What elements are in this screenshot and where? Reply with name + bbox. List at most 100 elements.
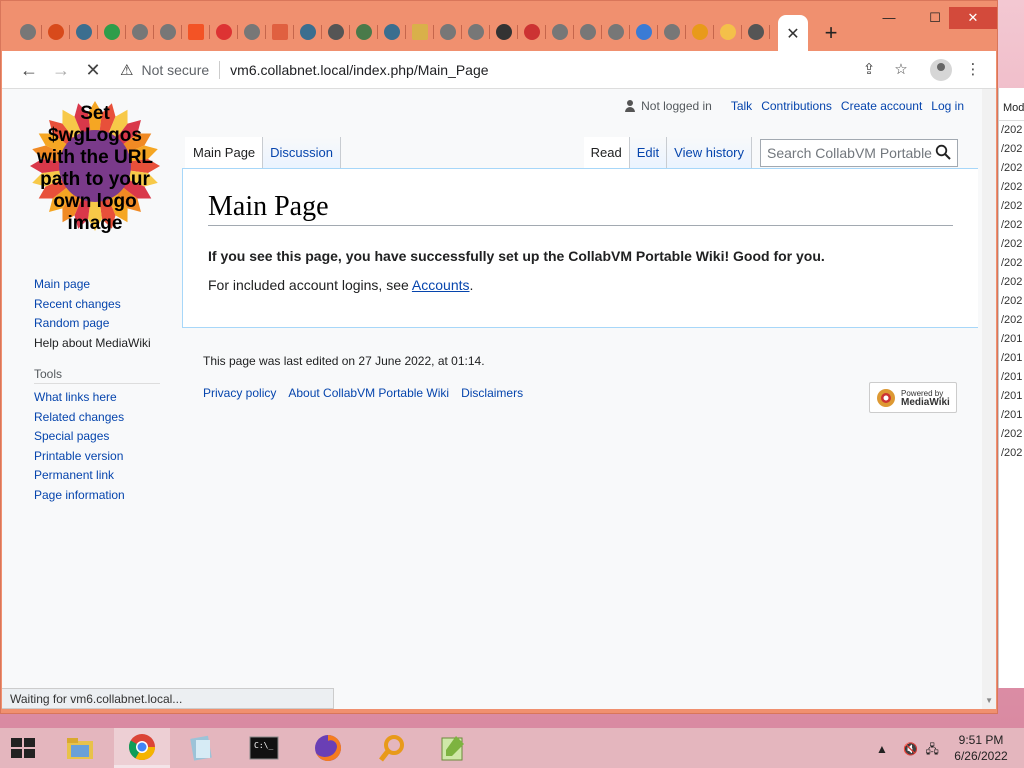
browser-tab[interactable] (547, 19, 574, 45)
windows-start-icon[interactable] (8, 734, 38, 762)
browser-tab[interactable] (183, 19, 210, 45)
address-bar[interactable]: ⚠ Not secure vm6.collabnet.local/index.p… (114, 56, 844, 84)
vertical-scrollbar[interactable]: ▼ (982, 89, 996, 709)
firefox-taskbar-icon[interactable] (300, 728, 356, 768)
tools-item-printable-version[interactable]: Printable version (34, 447, 160, 467)
about-wiki-link[interactable]: About CollabVM Portable Wiki (288, 386, 449, 400)
calendar-favicon-icon (272, 24, 288, 40)
browser-tab[interactable] (43, 19, 70, 45)
browser-window: ✕ + — ☐ ✕ ← → ✕ ⚠ Not secure vm6.collabn… (0, 0, 998, 714)
back-arrow-icon[interactable]: ← (16, 57, 42, 83)
tools-item-special-pages[interactable]: Special pages (34, 427, 160, 447)
tab-active[interactable]: ✕ (778, 15, 808, 53)
sidebar: Main page Recent changes Random page Help a… (34, 275, 160, 505)
browser-tab[interactable] (743, 19, 770, 45)
terminal-taskbar-icon[interactable]: C:\_ (236, 728, 292, 768)
forward-arrow-icon[interactable]: → (48, 57, 74, 83)
notepad-taskbar-icon[interactable] (174, 728, 230, 768)
browser-tab[interactable] (155, 19, 182, 45)
sidebar-item-random-page[interactable]: Random page (34, 314, 160, 334)
gear-favicon-icon (608, 24, 624, 40)
privacy-policy-link[interactable]: Privacy policy (203, 386, 276, 400)
stop-loading-icon[interactable]: ✕ (80, 57, 106, 83)
browser-tab[interactable] (715, 19, 742, 45)
browser-tab[interactable] (15, 19, 42, 45)
file-explorer-taskbar-icon[interactable] (52, 728, 108, 768)
system-clock[interactable]: 9:51 PM 6/26/2022 (950, 732, 1012, 764)
url-text[interactable]: vm6.collabnet.local/index.php/Main_Page (230, 62, 488, 78)
contributions-link[interactable]: Contributions (761, 99, 832, 113)
browser-tab[interactable] (323, 19, 350, 45)
browser-tab[interactable] (351, 19, 378, 45)
search-icon[interactable] (935, 144, 951, 160)
network-icon[interactable]: 🖧 (926, 742, 939, 756)
success-message: If you see this page, you have successfu… (208, 248, 825, 264)
tab-read[interactable]: Read (583, 137, 630, 169)
tools-item-page-information[interactable]: Page information (34, 486, 160, 506)
browser-tab[interactable] (379, 19, 406, 45)
chrome-taskbar-icon[interactable] (114, 728, 170, 768)
browser-tab[interactable] (491, 19, 518, 45)
profile-avatar-icon[interactable] (930, 59, 952, 81)
tab-main-page[interactable]: Main Page (185, 137, 264, 169)
browser-tab[interactable] (295, 19, 322, 45)
browser-tab[interactable] (127, 19, 154, 45)
file-date-cell: /201 (1001, 352, 1023, 364)
minimize-button[interactable]: — (869, 7, 909, 29)
browser-tab[interactable] (631, 19, 658, 45)
file-date-cell: /202 (1001, 238, 1023, 250)
tray-chevron-icon[interactable]: ▲ (876, 742, 888, 756)
browser-tab[interactable] (407, 19, 434, 45)
sidebar-item-recent-changes[interactable]: Recent changes (34, 295, 160, 315)
tools-item-related-changes[interactable]: Related changes (34, 408, 160, 428)
browser-tab[interactable] (99, 19, 126, 45)
browser-tab[interactable] (603, 19, 630, 45)
scroll-down-arrow-icon[interactable]: ▼ (985, 696, 993, 705)
tools-item-what-links-here[interactable]: What links here (34, 388, 160, 408)
accounts-link[interactable]: Accounts (412, 277, 470, 293)
footer-links: Privacy policy About CollabVM Portable Wi… (203, 386, 535, 400)
browser-tab[interactable] (519, 19, 546, 45)
notepad-plus-plus-taskbar-icon[interactable] (424, 728, 480, 768)
warning-triangle-icon[interactable]: ⚠ (120, 61, 133, 79)
tab-view-history[interactable]: View history (667, 137, 752, 169)
search-tool-taskbar-icon[interactable] (364, 728, 420, 768)
browser-tab[interactable] (435, 19, 462, 45)
volume-muted-icon[interactable]: 🔇 (903, 742, 918, 756)
search-input[interactable]: Search CollabVM Portable Wiki (760, 139, 958, 167)
browser-tab[interactable] (211, 19, 238, 45)
bookmark-star-icon[interactable]: ☆ (890, 59, 912, 81)
sidebar-item-help-about-mediawiki[interactable]: Help about MediaWiki (34, 334, 160, 354)
accounts-sentence: For included account logins, see Account… (208, 277, 473, 293)
browser-tab[interactable] (71, 19, 98, 45)
tab-edit[interactable]: Edit (629, 137, 668, 169)
close-window-button[interactable]: ✕ (949, 7, 997, 29)
browser-tab[interactable] (267, 19, 294, 45)
browser-tab[interactable] (575, 19, 602, 45)
close-tab-icon[interactable]: ✕ (786, 24, 799, 44)
browser-tab[interactable] (463, 19, 490, 45)
sidebar-item-main-page[interactable]: Main page (34, 275, 160, 295)
powered-by-mediawiki-badge[interactable]: Powered by MediaWiki (869, 382, 957, 413)
security-indicator[interactable]: Not secure (141, 62, 209, 78)
clock-date: 6/26/2022 (954, 749, 1008, 763)
create-account-link[interactable]: Create account (841, 99, 922, 113)
log-in-link[interactable]: Log in (931, 99, 964, 113)
share-icon[interactable]: ⇪ (858, 59, 880, 81)
nginx-favicon-icon (104, 24, 120, 40)
file-date-cell: /202 (1001, 314, 1023, 326)
cloud-favicon-icon (636, 24, 652, 40)
browser-tab[interactable] (687, 19, 714, 45)
file-date-cell: /202 (1001, 162, 1023, 174)
tools-item-permanent-link[interactable]: Permanent link (34, 466, 160, 486)
new-tab-button[interactable]: + (819, 22, 843, 44)
disclaimers-link[interactable]: Disclaimers (461, 386, 523, 400)
talk-link[interactable]: Talk (731, 99, 752, 113)
tab-discussion[interactable]: Discussion (263, 137, 342, 169)
gear-favicon-icon (440, 24, 456, 40)
logo-text-line: Set (80, 103, 110, 124)
browser-tab[interactable] (239, 19, 266, 45)
browser-tab[interactable] (659, 19, 686, 45)
tab-strip: ✕ + — ☐ ✕ (1, 1, 997, 53)
menu-kebab-icon[interactable]: ⋮ (962, 59, 984, 81)
